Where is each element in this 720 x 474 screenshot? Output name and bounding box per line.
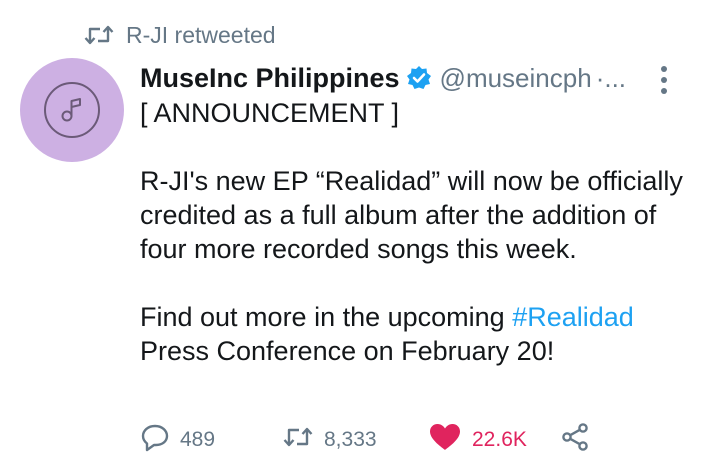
hashtag-link[interactable]: #Realidad <box>512 302 634 332</box>
tweet-text-segment: Press Conference on February 20! <box>140 336 555 366</box>
tweet-text: [ ANNOUNCEMENT ] R-JI's new EP “Realidad… <box>140 96 700 368</box>
retweet-button[interactable]: 8,333 <box>282 425 377 455</box>
display-name[interactable]: MuseInc Philippines <box>140 63 400 94</box>
retweet-icon <box>282 425 314 455</box>
share-button[interactable] <box>560 422 590 458</box>
like-button[interactable]: 22.6K <box>428 422 527 458</box>
verified-badge-icon <box>406 65 432 91</box>
tweet-paragraph: R-JI's new EP “Realidad” will now be off… <box>140 166 683 264</box>
share-icon <box>560 422 590 458</box>
retweet-count: 8,333 <box>324 428 377 451</box>
timestamp-separator: ·... <box>595 62 627 93</box>
tweet-header: MuseInc Philippines @museincph ·... <box>140 58 700 98</box>
author-handle[interactable]: @museincph <box>440 63 592 94</box>
more-options-icon[interactable] <box>654 66 674 94</box>
tweet-actions: 489 8,333 22.6K <box>140 420 700 460</box>
tweet-line-announcement: [ ANNOUNCEMENT ] <box>140 98 400 128</box>
tweet-text-segment: Find out more in the upcoming <box>140 302 513 332</box>
reply-icon <box>140 422 170 458</box>
reply-button[interactable]: 489 <box>140 422 215 458</box>
reply-count: 489 <box>180 428 216 451</box>
retweet-icon <box>84 24 114 46</box>
like-count: 22.6K <box>472 428 527 451</box>
avatar[interactable] <box>20 58 124 162</box>
retweet-context[interactable]: R-JI retweeted <box>84 18 276 52</box>
tweet-paragraph: Find out more in the upcoming #Realidad … <box>140 300 700 368</box>
heart-icon <box>428 422 462 458</box>
retweet-context-text: R-JI retweeted <box>126 21 276 48</box>
music-note-icon <box>44 82 100 138</box>
